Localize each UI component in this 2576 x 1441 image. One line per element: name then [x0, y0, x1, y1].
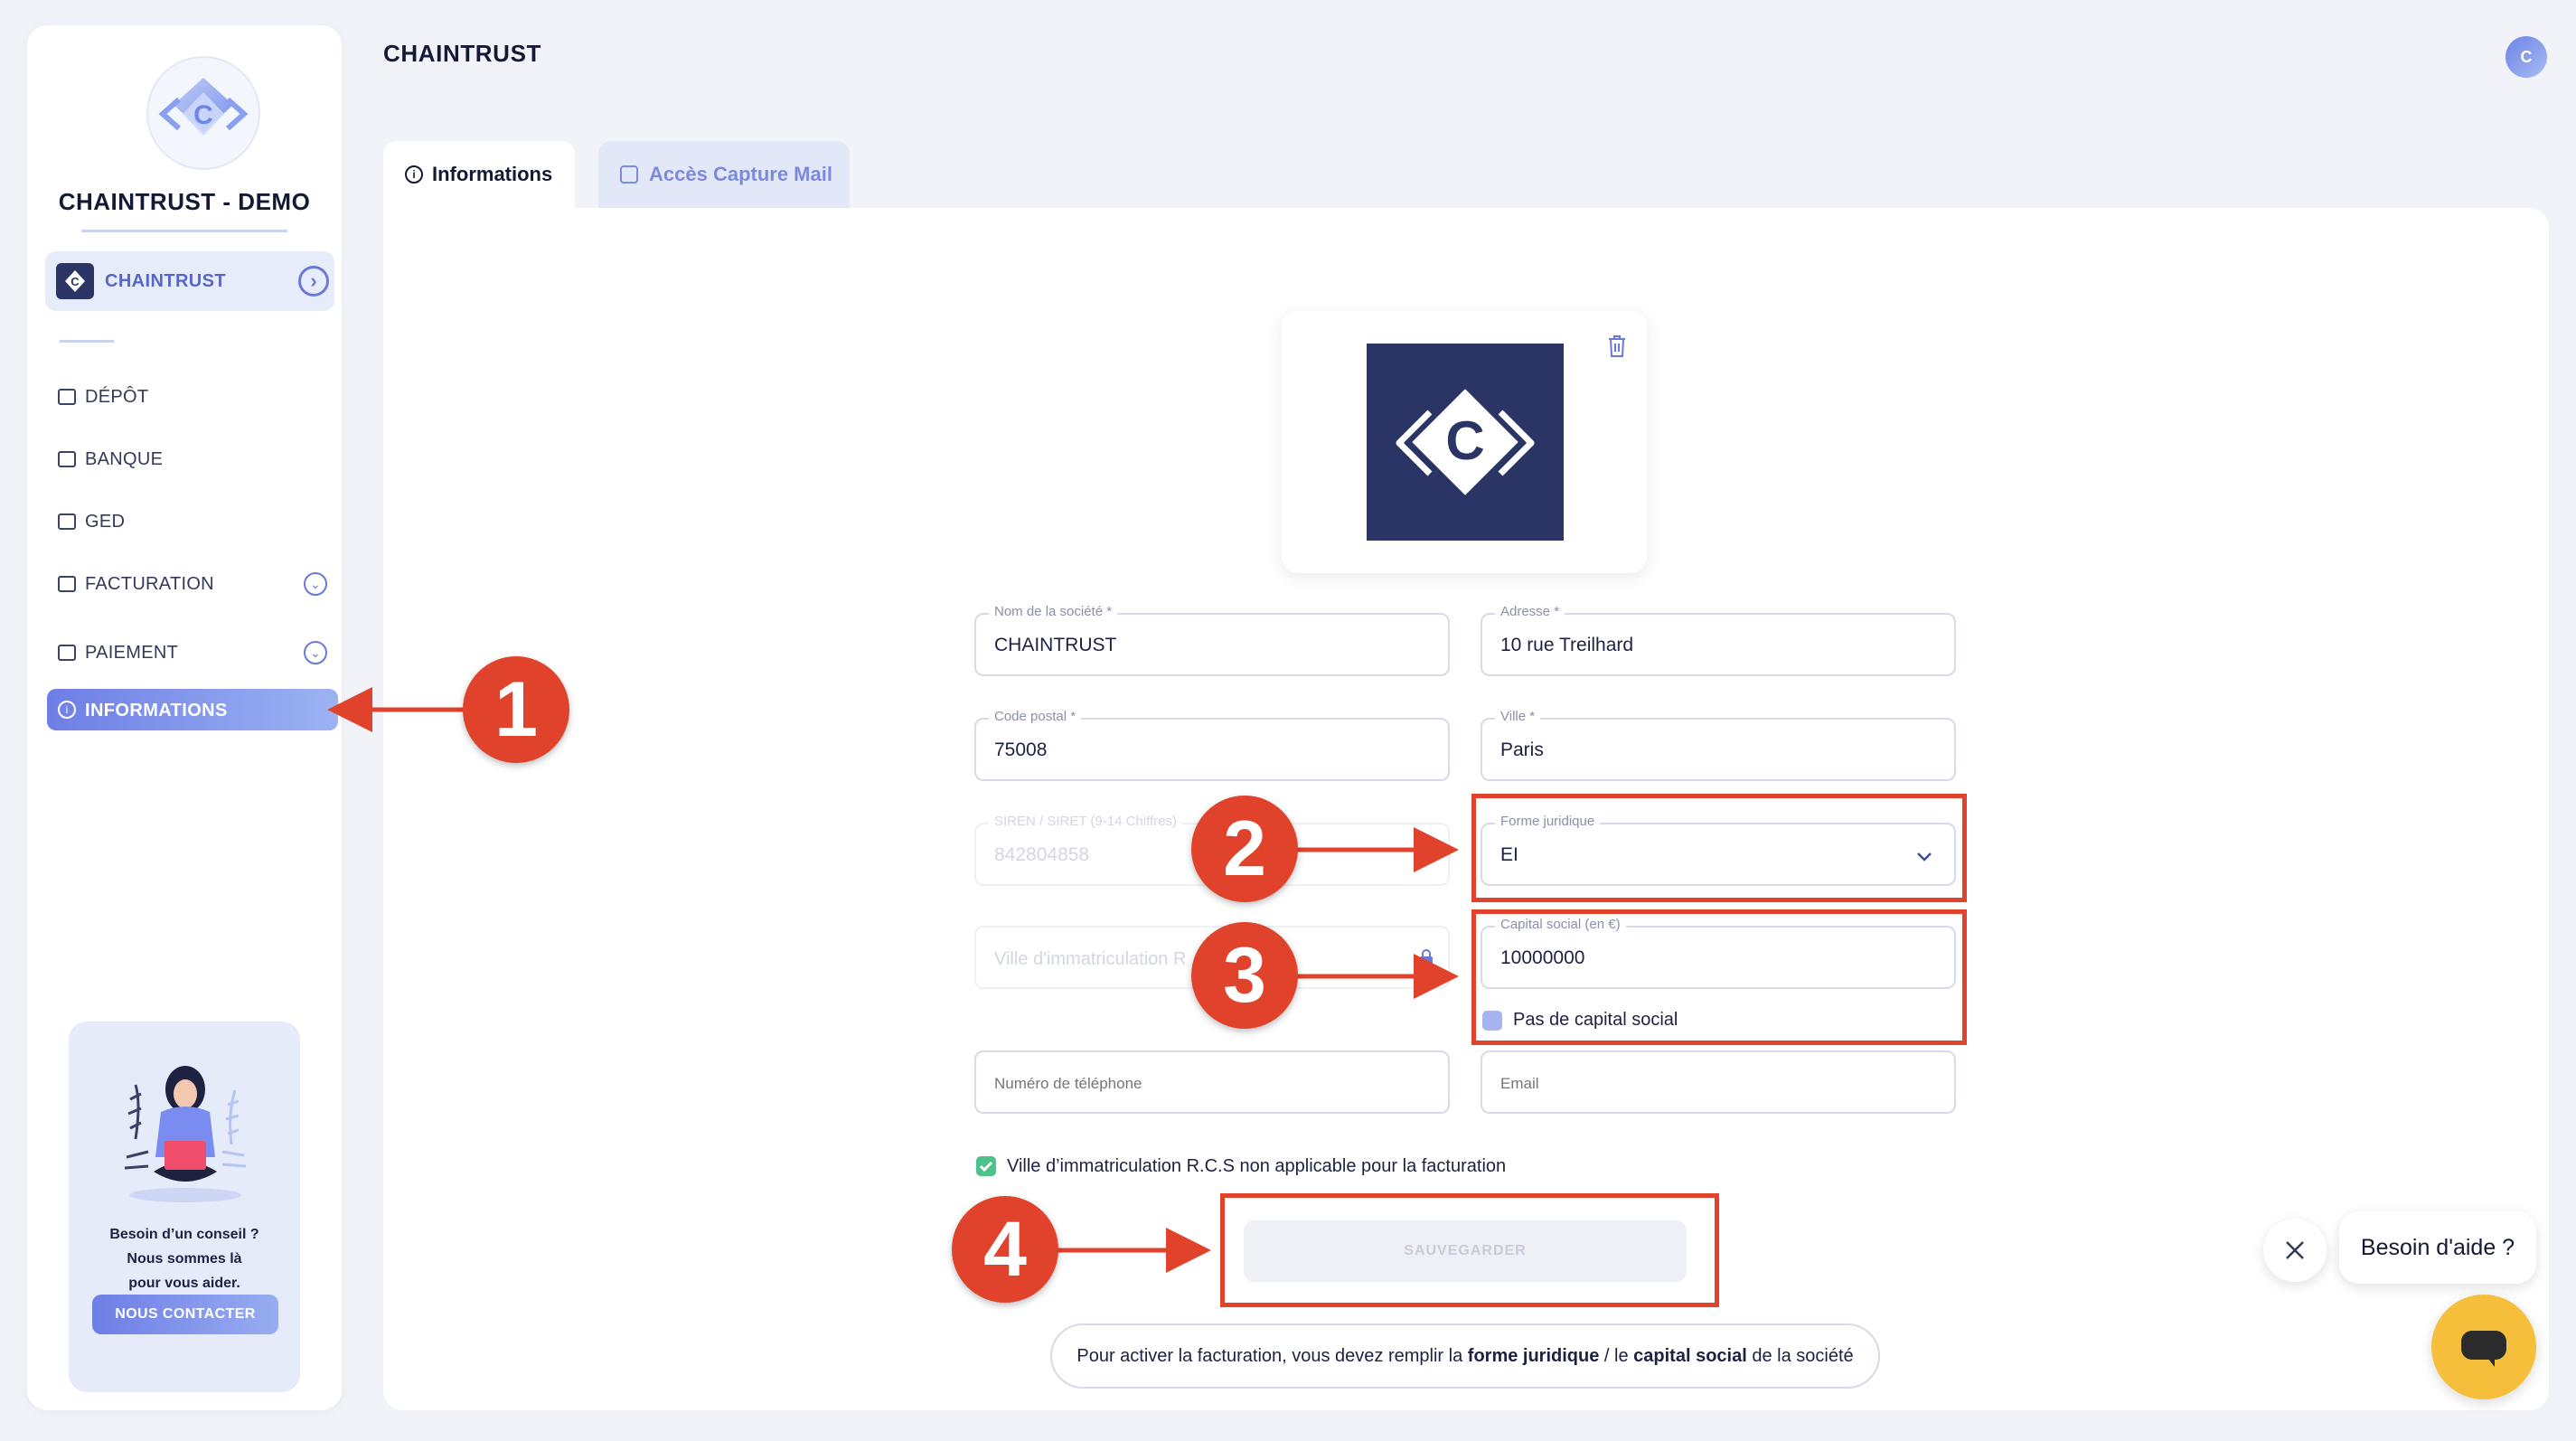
- notice-bold: forme juridique: [1467, 1346, 1600, 1366]
- city-input[interactable]: [1500, 739, 1934, 761]
- company-selector[interactable]: C CHAINTRUST ›: [45, 251, 334, 311]
- sidebar-item-label: FACTURATION: [85, 574, 214, 594]
- tab-label: Accès Capture Mail: [649, 163, 832, 185]
- chaintrust-logo-icon: C: [158, 78, 249, 136]
- support-illustration: [124, 1066, 247, 1202]
- invoice-icon: [58, 576, 76, 592]
- field-label: Ville *: [1495, 709, 1541, 724]
- help-line: pour vous aider.: [128, 1276, 240, 1291]
- phone-field[interactable]: [974, 1050, 1450, 1114]
- tab-acces-capture-mail[interactable]: Accès Capture Mail: [598, 141, 850, 208]
- tab-informations[interactable]: i Informations: [383, 141, 575, 208]
- chevron-down-icon[interactable]: ⌄: [304, 641, 327, 664]
- address-input[interactable]: [1500, 635, 1934, 656]
- notice-text: de la société: [1746, 1346, 1854, 1366]
- folder-icon: [58, 389, 76, 405]
- info-icon: i: [405, 165, 423, 184]
- billing-notice: Pour activer la facturation, vous devez …: [1050, 1323, 1880, 1389]
- bank-icon: [58, 451, 76, 467]
- svg-text:C: C: [193, 100, 213, 130]
- document-icon: [58, 513, 76, 530]
- rcs-na-checkbox[interactable]: [976, 1156, 996, 1176]
- sidebar-item-label: INFORMATIONS: [85, 701, 228, 720]
- sidebar-item-label: BANQUE: [85, 449, 164, 469]
- contact-button[interactable]: NOUS CONTACTER: [92, 1295, 278, 1334]
- field-label: Nom de la société *: [989, 604, 1118, 619]
- rcs-na-label: Ville d’immatriculation R.C.S non applic…: [1007, 1156, 1507, 1176]
- tab-label: Informations: [432, 163, 553, 185]
- chevron-right-circle-icon[interactable]: ›: [298, 266, 329, 297]
- annotation-box-2: [1471, 794, 1967, 902]
- card-icon: [58, 645, 76, 661]
- lock-icon: [1420, 846, 1433, 862]
- help-card: Besoin d’un conseil ? Nous sommes là pou…: [69, 1022, 300, 1392]
- company-logo: C: [56, 263, 94, 299]
- annotation-box-3: [1471, 909, 1967, 1045]
- email-field[interactable]: [1481, 1050, 1956, 1114]
- divider: [81, 230, 287, 232]
- divider: [60, 340, 114, 343]
- chaintrust-logo: C: [146, 56, 260, 170]
- notice-text: / le: [1599, 1346, 1634, 1366]
- annotation-marker-2: 2: [1191, 796, 1298, 902]
- annotation-marker-4: 4: [952, 1196, 1058, 1303]
- chat-launcher-button[interactable]: [2431, 1295, 2536, 1399]
- city-field[interactable]: Ville *: [1481, 709, 1956, 781]
- trash-icon[interactable]: [1607, 334, 1627, 358]
- field-label: Code postal *: [989, 709, 1082, 724]
- checkmark-icon: [979, 1161, 993, 1173]
- company-name-input[interactable]: [994, 635, 1428, 656]
- postal-code-input[interactable]: [994, 739, 1428, 761]
- chat-icon: [2461, 1331, 2506, 1367]
- company-label: CHAINTRUST: [105, 271, 226, 291]
- annotation-marker-3: 3: [1191, 922, 1298, 1029]
- help-line: Nous sommes là: [127, 1251, 242, 1267]
- annotation-box-4: [1220, 1193, 1719, 1307]
- help-text: Besoin d’un conseil ? Nous sommes là pou…: [69, 1222, 300, 1295]
- address-field[interactable]: Adresse *: [1481, 604, 1956, 676]
- field-label: Adresse *: [1495, 604, 1565, 619]
- email-input[interactable]: [1500, 1075, 1934, 1093]
- chat-close-button[interactable]: [2263, 1219, 2327, 1282]
- help-line: Besoin d’un conseil ?: [109, 1227, 259, 1242]
- postal-code-field[interactable]: Code postal *: [974, 709, 1450, 781]
- chevron-down-icon[interactable]: ⌄: [304, 572, 327, 596]
- org-name: CHAINTRUST - DEMO: [58, 188, 311, 215]
- sidebar-item-label: DÉPÔT: [85, 387, 149, 407]
- page-title: CHAINTRUST: [383, 40, 541, 67]
- company-logo-image: C: [1367, 344, 1564, 541]
- phone-input[interactable]: [994, 1075, 1428, 1093]
- sidebar-item-label: GED: [85, 512, 126, 532]
- mail-icon: [620, 165, 638, 184]
- close-icon: [2286, 1241, 2304, 1259]
- sidebar-item-label: PAIEMENT: [85, 643, 179, 663]
- sidebar: C CHAINTRUST - DEMO C CHAINTRUST › DÉPÔT…: [27, 25, 342, 1410]
- svg-text:C: C: [1445, 410, 1484, 471]
- company-name-field[interactable]: Nom de la société *: [974, 604, 1450, 676]
- notice-bold: capital social: [1633, 1346, 1747, 1366]
- info-icon: i: [58, 701, 76, 719]
- svg-text:C: C: [71, 275, 80, 288]
- sidebar-item-informations[interactable]: i INFORMATIONS: [47, 689, 338, 730]
- lock-icon: [1420, 949, 1433, 965]
- annotation-marker-1: 1: [463, 656, 569, 763]
- avatar[interactable]: C: [2505, 36, 2547, 78]
- field-label: SIREN / SIRET (9-14 Chiffres): [989, 814, 1183, 829]
- company-logo-upload[interactable]: C: [1282, 311, 1647, 573]
- chat-bubble[interactable]: Besoin d'aide ?: [2339, 1211, 2536, 1284]
- notice-text: Pour activer la facturation, vous devez …: [1076, 1346, 1468, 1366]
